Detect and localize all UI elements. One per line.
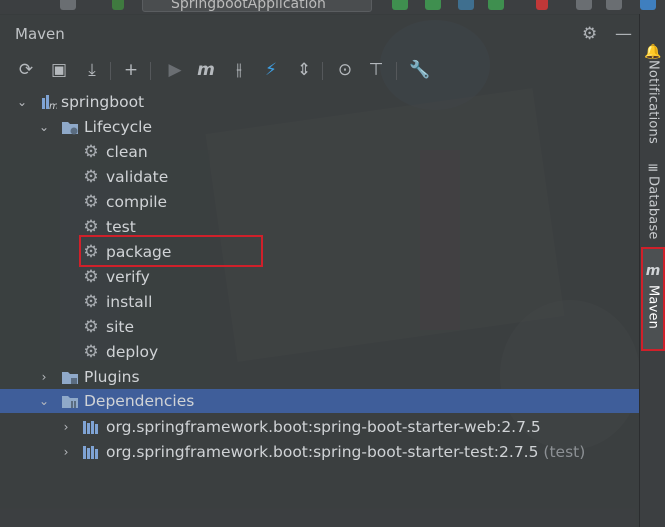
offline-icon[interactable]: ⫲: [227, 58, 251, 82]
chevron-down-icon[interactable]: ⌄: [37, 120, 51, 134]
library-icon: [82, 443, 100, 461]
chevron-down-icon[interactable]: ⌄: [15, 95, 29, 109]
lightning-icon[interactable]: ⚡: [259, 58, 283, 82]
gear-icon: ⚙: [83, 141, 99, 162]
dependency-item[interactable]: › org.springframework.boot:spring-boot-s…: [0, 414, 639, 439]
user-icon[interactable]: [60, 0, 76, 10]
gear-icon: ⚙: [83, 216, 99, 237]
tree-node-project[interactable]: ⌄ m springboot: [0, 89, 639, 114]
debug-icon[interactable]: [425, 0, 441, 10]
maven-m-icon[interactable]: m: [194, 58, 218, 82]
search-icon[interactable]: [576, 0, 592, 10]
analyze-icon[interactable]: ⊙: [333, 58, 357, 82]
collapse-icon[interactable]: ⇕: [292, 58, 316, 82]
chevron-down-icon[interactable]: ⌄: [37, 394, 51, 408]
lifecycle-goal[interactable]: ⚙ validate: [0, 164, 639, 189]
coverage-icon[interactable]: [458, 0, 474, 10]
gear-icon[interactable]: ⚙: [582, 24, 597, 44]
toolbar-separator: [396, 62, 397, 80]
dependency-label: org.springframework.boot:spring-boot-sta…: [106, 417, 541, 436]
tab-label: Database: [645, 176, 661, 240]
tree-label: Plugins: [84, 367, 140, 386]
dependency-name: org.springframework.boot:spring-boot-sta…: [106, 442, 539, 461]
ide-top-toolbar: SpringbootApplication: [0, 0, 665, 15]
maven-project-icon: m: [40, 93, 58, 111]
refresh-icon[interactable]: ⟳: [14, 58, 38, 82]
folder-library-icon: [61, 392, 79, 410]
gear-icon: ⚙: [83, 166, 99, 187]
goal-label: site: [106, 317, 134, 336]
maven-tab[interactable]: m Maven: [641, 247, 665, 351]
lifecycle-goal[interactable]: ⚙ verify: [0, 264, 639, 289]
chevron-right-icon[interactable]: ›: [37, 370, 51, 384]
lifecycle-goal[interactable]: ⚙ deploy: [0, 339, 639, 364]
gear-icon: ⚙: [83, 341, 99, 362]
profile-icon[interactable]: [488, 0, 504, 10]
lifecycle-goal[interactable]: ⚙ clean: [0, 139, 639, 164]
gear-icon: ⚙: [83, 291, 99, 312]
bell-icon: 🔔: [644, 44, 662, 60]
toolbar-separator: [110, 62, 111, 80]
hammer-icon[interactable]: [112, 0, 124, 10]
tree-node-plugins[interactable]: › Plugins: [0, 364, 639, 389]
toolbar-separator: [322, 62, 323, 80]
settings-icon[interactable]: [606, 0, 622, 10]
run-icon[interactable]: [392, 0, 408, 10]
goal-label: compile: [106, 192, 168, 211]
gear-icon: ⚙: [83, 266, 99, 287]
goal-label: deploy: [106, 342, 159, 361]
maven-panel-header: Maven: [0, 14, 639, 54]
goal-label: install: [106, 292, 153, 311]
library-icon: [82, 418, 100, 436]
goal-label: validate: [106, 167, 169, 186]
gear-icon: ⚙: [83, 316, 99, 337]
run-configuration-dropdown[interactable]: SpringbootApplication: [142, 0, 372, 12]
lifecycle-goal[interactable]: ⚙ install: [0, 289, 639, 314]
svg-text:m: m: [49, 101, 57, 110]
database-icon: ≡: [647, 160, 659, 176]
lifecycle-goal[interactable]: ⚙ compile: [0, 189, 639, 214]
dependency-item[interactable]: › org.springframework.boot:spring-boot-s…: [0, 439, 639, 464]
tree-label: springboot: [61, 92, 145, 111]
download-icon[interactable]: ⤓: [80, 58, 104, 82]
dependency-scope: (test): [543, 442, 586, 461]
panel-title: Maven: [15, 25, 65, 43]
package-highlight-box: [79, 235, 263, 267]
tree-label: Lifecycle: [84, 117, 152, 136]
folder-refresh-icon[interactable]: ▣: [47, 58, 71, 82]
notifications-tab[interactable]: 🔔 Notifications: [640, 44, 665, 144]
plus-icon[interactable]: +: [119, 58, 143, 82]
chevron-right-icon[interactable]: ›: [59, 445, 73, 459]
folder-plugin-icon: [61, 368, 79, 386]
maven-toolbar: ⟳ ▣ ⤓ + ▶ m ⫲ ⚡ ⇕ ⊙ ⊤ 🔧: [0, 58, 639, 86]
folder-gear-icon: [61, 118, 79, 136]
wrench-icon[interactable]: 🔧: [408, 58, 432, 82]
goal-label: verify: [106, 267, 150, 286]
toolbar-separator: [150, 62, 151, 80]
dependency-label: org.springframework.boot:spring-boot-sta…: [106, 443, 585, 461]
tree-node-dependencies[interactable]: ⌄ Dependencies: [0, 389, 639, 413]
database-tab[interactable]: ≡ Database: [640, 160, 665, 240]
maven-m-icon: m: [645, 263, 661, 279]
stop-icon[interactable]: [536, 0, 548, 10]
minimize-icon[interactable]: —: [615, 24, 632, 44]
chevron-right-icon[interactable]: ›: [59, 420, 73, 434]
tree-label: Dependencies: [84, 392, 195, 410]
run-icon[interactable]: ▶: [163, 58, 187, 82]
diagram-icon[interactable]: ⊤: [364, 58, 388, 82]
lifecycle-goal[interactable]: ⚙ site: [0, 314, 639, 339]
gear-icon: ⚙: [83, 191, 99, 212]
tab-label: Notifications: [645, 60, 661, 144]
goal-label: test: [106, 217, 136, 236]
goal-label: clean: [106, 142, 148, 161]
tree-node-lifecycle[interactable]: ⌄ Lifecycle: [0, 114, 639, 139]
update-icon[interactable]: [640, 0, 656, 10]
tab-label: Maven: [645, 285, 661, 330]
